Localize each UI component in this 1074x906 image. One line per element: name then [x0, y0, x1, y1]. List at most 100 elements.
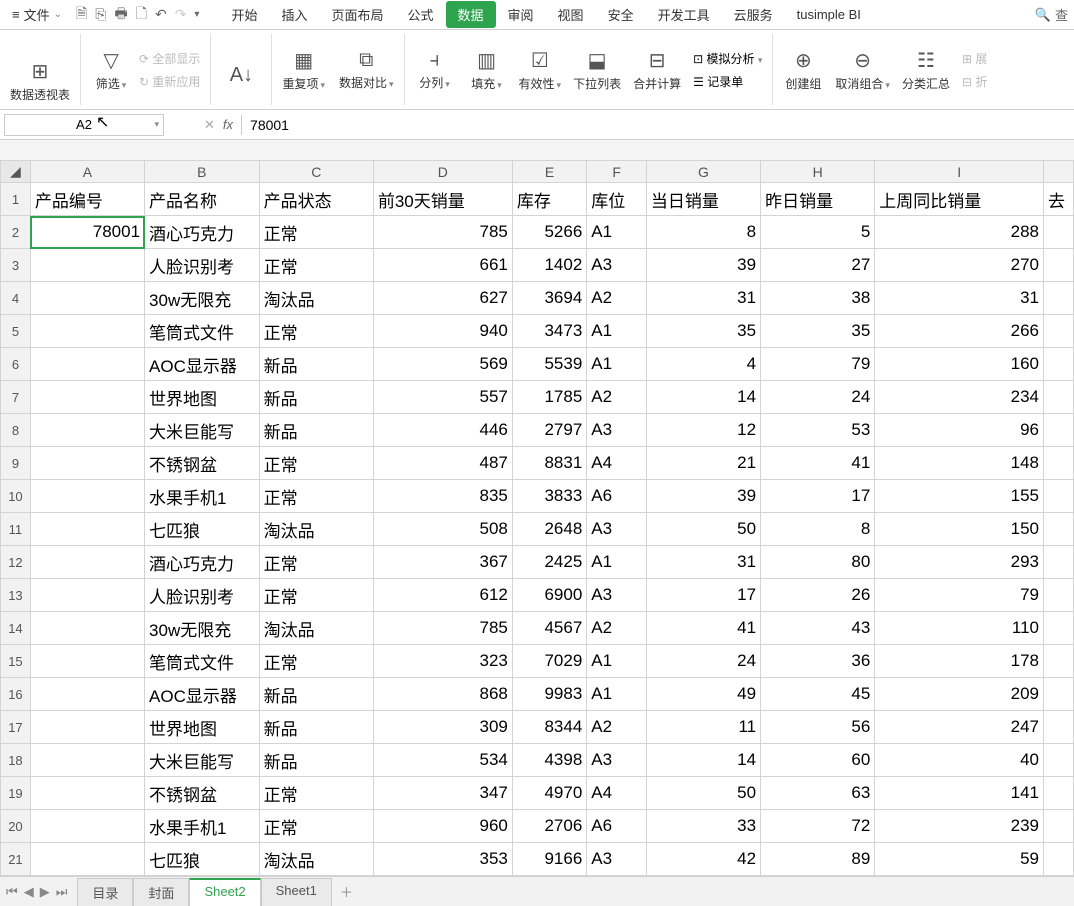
cell[interactable]: 当日销量	[646, 183, 760, 216]
undo-icon[interactable]: ↶	[155, 6, 167, 23]
cell[interactable]: 9983	[512, 678, 586, 711]
ribbon-tab[interactable]: 安全	[596, 1, 646, 28]
dropdown-button[interactable]: ⬓下拉列表	[573, 48, 621, 92]
file-menu[interactable]: ≡ 文件 ⌄	[6, 3, 68, 26]
filter-button[interactable]: ▽ 筛选	[91, 48, 131, 92]
cell[interactable]	[1044, 810, 1074, 843]
cell[interactable]: 141	[875, 777, 1044, 810]
sheet-first-icon[interactable]: ⏮	[6, 884, 18, 900]
cell[interactable]: 12	[646, 414, 760, 447]
cell[interactable]: 17	[761, 480, 875, 513]
cell[interactable]: A1	[587, 315, 647, 348]
sort-button[interactable]: A↓ .	[221, 64, 261, 103]
cell[interactable]: 21	[646, 447, 760, 480]
cell[interactable]: 正常	[259, 777, 373, 810]
cell[interactable]: A2	[587, 711, 647, 744]
qat-dropdown-icon[interactable]: ▾	[194, 9, 199, 20]
cell[interactable]: 新品	[259, 348, 373, 381]
cell[interactable]: 835	[373, 480, 512, 513]
cell[interactable]: 4	[646, 348, 760, 381]
cell[interactable]: 110	[875, 612, 1044, 645]
cell[interactable]: 库位	[587, 183, 647, 216]
cell[interactable]	[30, 645, 144, 678]
cell[interactable]: 72	[761, 810, 875, 843]
cell[interactable]: 24	[761, 381, 875, 414]
row-header[interactable]: 12	[1, 546, 31, 579]
cell[interactable]: A3	[587, 579, 647, 612]
cell[interactable]: 487	[373, 447, 512, 480]
cell[interactable]: A3	[587, 414, 647, 447]
cell[interactable]	[1044, 612, 1074, 645]
cell[interactable]: 31	[875, 282, 1044, 315]
cell[interactable]: 4398	[512, 744, 586, 777]
column-header[interactable]	[1044, 161, 1074, 183]
cell[interactable]: A2	[587, 282, 647, 315]
cell[interactable]: 5	[761, 216, 875, 249]
cell[interactable]	[1044, 348, 1074, 381]
cell[interactable]: 正常	[259, 810, 373, 843]
cell[interactable]: 产品名称	[145, 183, 260, 216]
group-button[interactable]: ⊕创建组	[783, 48, 823, 92]
cell[interactable]: 148	[875, 447, 1044, 480]
export-icon[interactable]: ⎘	[95, 6, 106, 23]
cell[interactable]: 960	[373, 810, 512, 843]
cell[interactable]: 产品编号	[30, 183, 144, 216]
cell[interactable]: 1402	[512, 249, 586, 282]
cell[interactable]: 43	[761, 612, 875, 645]
ribbon-tab[interactable]: tusimple BI	[785, 3, 873, 26]
cell[interactable]	[30, 348, 144, 381]
cell[interactable]: 正常	[259, 480, 373, 513]
sheet-tab[interactable]: Sheet1	[261, 878, 332, 906]
record-button[interactable]: ☰ 记录单	[693, 73, 762, 90]
row-header[interactable]: 9	[1, 447, 31, 480]
sheet-tab[interactable]: 目录	[77, 878, 133, 906]
cell[interactable]: 新品	[259, 414, 373, 447]
cell[interactable]: 世界地图	[145, 711, 260, 744]
cell[interactable]: 人脸识别考	[145, 579, 260, 612]
cell[interactable]: 293	[875, 546, 1044, 579]
cell[interactable]: 30w无限充	[145, 282, 260, 315]
cell[interactable]: 新品	[259, 711, 373, 744]
name-box-input[interactable]	[5, 117, 163, 132]
row-header[interactable]: 16	[1, 678, 31, 711]
cell[interactable]: 367	[373, 546, 512, 579]
add-sheet-button[interactable]: ＋	[332, 878, 361, 905]
cell[interactable]: 31	[646, 282, 760, 315]
name-box[interactable]	[4, 114, 164, 136]
cell[interactable]	[30, 546, 144, 579]
ribbon-tab[interactable]: 视图	[546, 1, 596, 28]
cell[interactable]: 155	[875, 480, 1044, 513]
cell[interactable]: A6	[587, 480, 647, 513]
cell[interactable]: 正常	[259, 645, 373, 678]
cell[interactable]: 3694	[512, 282, 586, 315]
cell[interactable]: 31	[646, 546, 760, 579]
cell[interactable]: A2	[587, 381, 647, 414]
cell[interactable]: 正常	[259, 447, 373, 480]
cell[interactable]: 78001	[30, 216, 144, 249]
cell[interactable]: 2797	[512, 414, 586, 447]
cell[interactable]	[1044, 744, 1074, 777]
cell[interactable]	[1044, 711, 1074, 744]
cell[interactable]: 239	[875, 810, 1044, 843]
cell[interactable]: 大米巨能写	[145, 414, 260, 447]
sheet-prev-icon[interactable]: ◀	[24, 884, 34, 900]
cell[interactable]: A1	[587, 216, 647, 249]
row-header[interactable]: 2	[1, 216, 31, 249]
ribbon-tab[interactable]: 页面布局	[319, 1, 395, 28]
cell[interactable]	[1044, 381, 1074, 414]
ungroup-button[interactable]: ⊖取消组合	[835, 48, 890, 92]
cell[interactable]: 8344	[512, 711, 586, 744]
row-header[interactable]: 1	[1, 183, 31, 216]
cell[interactable]: 3473	[512, 315, 586, 348]
cell[interactable]: 7029	[512, 645, 586, 678]
cell[interactable]: 七匹狼	[145, 843, 260, 876]
cell[interactable]: 940	[373, 315, 512, 348]
cell[interactable]: 新品	[259, 744, 373, 777]
cell[interactable]: 60	[761, 744, 875, 777]
cell[interactable]	[1044, 645, 1074, 678]
ribbon-tab[interactable]: 数据	[446, 1, 496, 28]
cell[interactable]: 270	[875, 249, 1044, 282]
cell[interactable]: 33	[646, 810, 760, 843]
cell[interactable]: 正常	[259, 546, 373, 579]
cell[interactable]	[1044, 315, 1074, 348]
